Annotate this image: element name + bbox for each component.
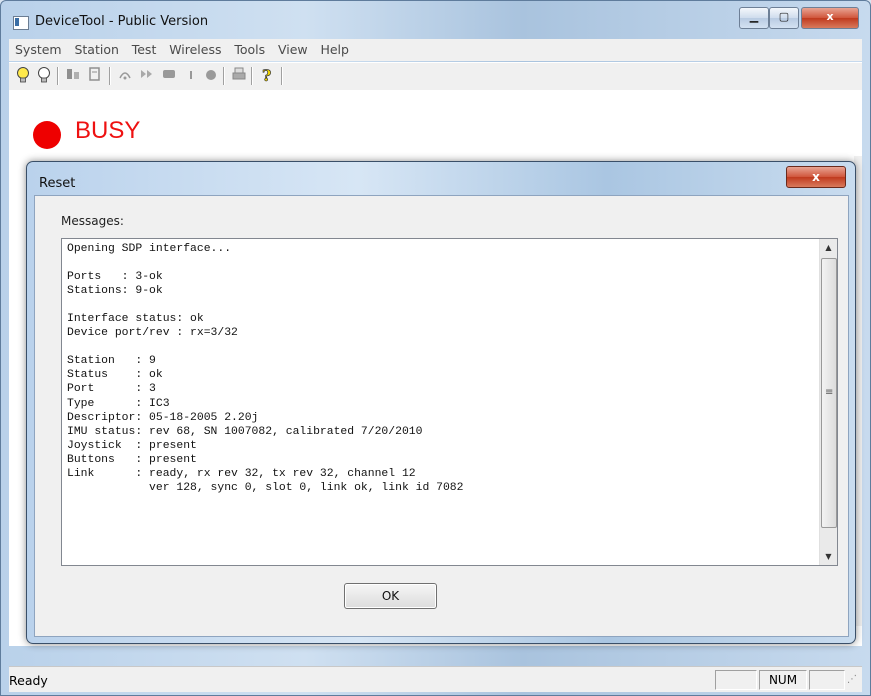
- menu-help[interactable]: Help: [317, 39, 352, 57]
- busy-label: BUSY: [75, 117, 141, 144]
- close-button[interactable]: x: [801, 7, 859, 29]
- ok-button[interactable]: OK: [344, 583, 437, 609]
- messages-text: Opening SDP interface... Ports : 3-ok St…: [67, 243, 464, 494]
- menu-station[interactable]: Station: [71, 39, 121, 57]
- dialog-title: Reset: [39, 176, 76, 191]
- menu-tools[interactable]: Tools: [231, 39, 268, 57]
- help-icon[interactable]: ?: [257, 66, 277, 86]
- tool-2-icon[interactable]: [85, 66, 105, 86]
- toolbar: ?: [9, 62, 862, 91]
- bulb-off-icon[interactable]: [34, 66, 54, 86]
- messages-textbox[interactable]: Opening SDP interface... Ports : 3-ok St…: [61, 238, 838, 566]
- scroll-up-arrow-icon[interactable]: ▲: [820, 239, 837, 256]
- marker-icon[interactable]: [181, 66, 201, 86]
- menu-test[interactable]: Test: [129, 39, 160, 57]
- busy-indicator-icon: [33, 121, 61, 149]
- menu-view[interactable]: View: [275, 39, 311, 57]
- print-icon[interactable]: [229, 66, 249, 86]
- scroll-grip-icon: ≡: [825, 387, 834, 398]
- menu-wireless[interactable]: Wireless: [166, 39, 224, 57]
- window-title: DeviceTool - Public Version: [35, 14, 209, 29]
- status-pane-empty-2: [809, 670, 845, 690]
- minimize-button[interactable]: ▁: [739, 7, 769, 29]
- forward-icon[interactable]: [137, 66, 157, 86]
- tool-1-icon[interactable]: [63, 66, 83, 86]
- maximize-button[interactable]: ▢: [769, 7, 799, 29]
- reset-dialog: Reset x Messages: Opening SDP interface.…: [26, 161, 856, 644]
- status-bar: Ready NUM ⋰: [9, 666, 862, 692]
- status-ready-text: Ready: [9, 673, 48, 688]
- status-pane-empty: [715, 670, 757, 690]
- menu-bar: System Station Test Wireless Tools View …: [9, 39, 862, 61]
- dialog-close-button[interactable]: x: [786, 166, 846, 188]
- svg-text:?: ?: [262, 66, 271, 84]
- messages-scrollbar[interactable]: ▲ ≡ ▼: [819, 239, 837, 565]
- messages-label: Messages:: [61, 214, 124, 228]
- record-icon[interactable]: [201, 66, 221, 86]
- title-bar[interactable]: DeviceTool - Public Version ▁ ▢ x: [1, 1, 870, 39]
- bulb-on-icon[interactable]: [13, 66, 33, 86]
- scroll-thumb[interactable]: ≡: [821, 258, 837, 528]
- menu-system[interactable]: System: [12, 39, 65, 57]
- dialog-body: Messages: Opening SDP interface... Ports…: [34, 195, 849, 637]
- signal-icon[interactable]: [115, 66, 135, 86]
- status-num-indicator: NUM: [759, 670, 807, 690]
- device-icon[interactable]: [159, 66, 179, 86]
- scroll-down-arrow-icon[interactable]: ▼: [820, 548, 837, 565]
- resize-grip-icon[interactable]: ⋰: [847, 674, 857, 685]
- app-icon: [13, 16, 29, 30]
